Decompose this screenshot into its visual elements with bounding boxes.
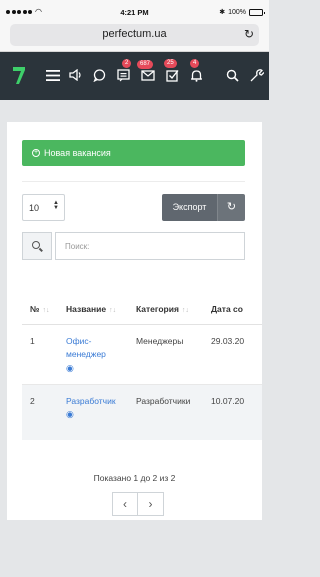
- battery-icon: [249, 8, 265, 16]
- chat-icon[interactable]: [93, 69, 106, 84]
- refresh-button[interactable]: ↻: [217, 194, 245, 221]
- vacancies-card: + Новая вакансия 10 ▲ ▼ Экспорт ↻ Поиск: …: [7, 122, 262, 520]
- page-size-select[interactable]: 10 ▲ ▼: [22, 194, 65, 221]
- sort-icon: ↑↓: [181, 307, 189, 314]
- pagination: ‹ ›: [112, 492, 164, 516]
- bell-icon[interactable]: 4: [190, 59, 203, 84]
- checklist-badge: 25: [164, 59, 177, 68]
- row-category: Разработчики: [136, 396, 191, 406]
- magnifier-icon: [32, 241, 40, 249]
- column-header-category[interactable]: Категория ↑↓: [136, 304, 189, 314]
- select-arrows-icon: ▲ ▼: [53, 200, 59, 211]
- sound-icon[interactable]: [69, 68, 83, 83]
- wrench-icon[interactable]: [249, 68, 265, 85]
- page-footer-area: [0, 520, 269, 577]
- column-header-date[interactable]: Дата со: [211, 304, 243, 314]
- reload-icon[interactable]: ↻: [244, 27, 254, 41]
- table-row: 1 Офис-менеджер ◉ Менеджеры 29.03.20: [22, 325, 262, 385]
- sort-icon: ↑↓: [109, 307, 117, 314]
- url-text: perfectum.ua: [102, 28, 167, 40]
- next-page-button[interactable]: ›: [138, 492, 164, 516]
- sort-icon: ↑↓: [42, 307, 50, 314]
- address-bar[interactable]: perfectum.ua ↻: [10, 24, 259, 46]
- vacancy-title-link[interactable]: Разработчик: [66, 395, 116, 408]
- row-date: 10.07.20: [211, 396, 245, 406]
- battery-percent: 100%: [228, 8, 246, 16]
- row-number: 1: [30, 336, 35, 346]
- search-input[interactable]: Поиск:: [55, 232, 245, 260]
- tasks-icon[interactable]: 2: [117, 59, 132, 84]
- export-button[interactable]: Экспорт: [162, 194, 217, 221]
- logo-icon[interactable]: [12, 65, 26, 85]
- divider: [22, 181, 245, 182]
- status-bar: ◠ 4:21 PM ✱ 100%: [0, 0, 269, 24]
- table-row: 2 Разработчик ◉ Разработчики 10.07.20: [22, 385, 262, 440]
- mail-icon[interactable]: 687: [137, 60, 155, 83]
- plus-circle-icon: +: [32, 149, 40, 157]
- page-size-value: 10: [29, 203, 40, 213]
- pagination-info: Показано 1 до 2 из 2: [93, 473, 176, 483]
- row-category: Менеджеры: [136, 336, 184, 346]
- search-icon[interactable]: [226, 69, 239, 84]
- tasks-badge: 2: [122, 59, 132, 68]
- vacancy-title-link[interactable]: Офис-менеджер: [66, 335, 106, 361]
- row-date: 29.03.20: [211, 336, 245, 346]
- table-header: № ↑↓ Название ↑↓ Категория ↑↓ Дата со: [22, 292, 262, 325]
- battery-indicator: ✱ 100%: [219, 8, 265, 16]
- refresh-icon: ↻: [226, 201, 237, 213]
- new-vacancy-label: Новая вакансия: [44, 148, 111, 158]
- bluetooth-icon: ✱: [219, 9, 226, 16]
- prev-page-button[interactable]: ‹: [112, 492, 138, 516]
- app-navbar: 2 687 25 4: [0, 52, 269, 100]
- bell-badge: 4: [190, 59, 200, 68]
- row-number: 2: [30, 396, 35, 406]
- column-header-title[interactable]: Название ↑↓: [66, 304, 116, 314]
- mail-badge: 687: [137, 60, 154, 69]
- search-button[interactable]: [22, 232, 52, 260]
- eye-icon[interactable]: ◉: [66, 409, 74, 420]
- checklist-icon[interactable]: 25: [164, 59, 179, 84]
- menu-icon[interactable]: [46, 70, 60, 83]
- column-header-number[interactable]: № ↑↓: [30, 304, 49, 314]
- browser-address-area: perfectum.ua ↻: [0, 24, 269, 52]
- eye-icon[interactable]: ◉: [66, 363, 74, 374]
- new-vacancy-button[interactable]: + Новая вакансия: [22, 140, 245, 166]
